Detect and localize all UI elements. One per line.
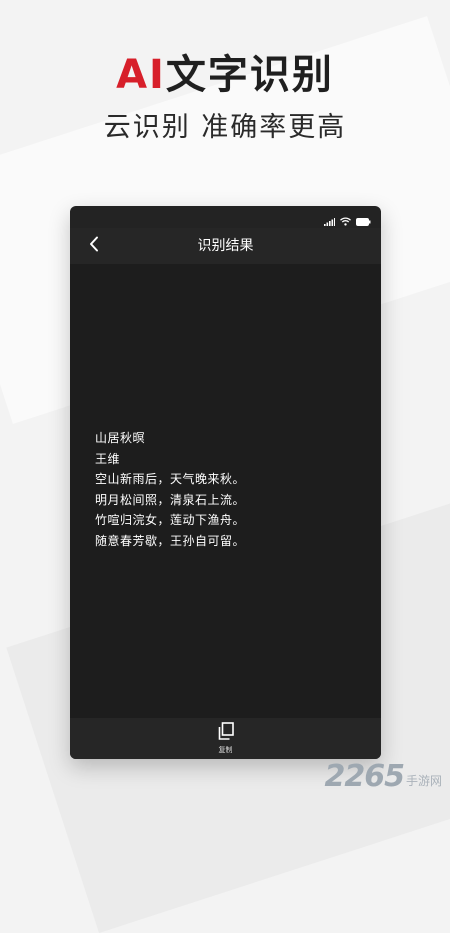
result-content: 山居秋暝 王维 空山新雨后，天气晚来秋。 明月松间照，清泉石上流。 竹喧归浣女，…: [70, 264, 381, 718]
text-line: 明月松间照，清泉石上流。: [95, 492, 246, 507]
text-line: 竹喧归浣女，莲动下渔舟。: [95, 513, 246, 527]
copy-button[interactable]: 复制: [206, 722, 246, 756]
copy-label: 复制: [218, 746, 233, 754]
text-line: 王维: [95, 451, 121, 466]
phone-screen: 识别结果 山居秋暝 王维 空山新雨后，天气晚来秋。 明月松间照，清泉石上流。 竹…: [70, 206, 381, 759]
promo-subline: 云识别 准确率更高: [103, 112, 347, 143]
site-watermark: 2265 手游网: [324, 762, 442, 792]
page-title: 识别结果: [197, 238, 254, 254]
copy-icon: [218, 722, 234, 744]
recognized-text[interactable]: 山居秋暝 王维 空山新雨后，天气晚来秋。 明月松间照，清泉石上流。 竹喧归浣女，…: [95, 428, 245, 551]
text-line: 山居秋暝: [95, 431, 146, 445]
headline-text: 文字识别: [165, 52, 334, 98]
watermark-text: 手游网: [405, 774, 442, 788]
text-line: 空山新雨后，天气晚来秋。: [95, 472, 246, 486]
navigation-bar: 识别结果: [70, 228, 381, 264]
text-line: 随意春芳歇，王孙自可留。: [95, 533, 246, 548]
watermark-number: 2265: [324, 759, 404, 794]
headline-accent: AI: [116, 52, 166, 98]
promo-header: AI文字识别 云识别 准确率更高: [0, 50, 450, 146]
status-bar: [70, 206, 381, 228]
bottom-toolbar: 复制: [70, 718, 381, 759]
promo-headline: AI文字识别: [0, 50, 450, 100]
